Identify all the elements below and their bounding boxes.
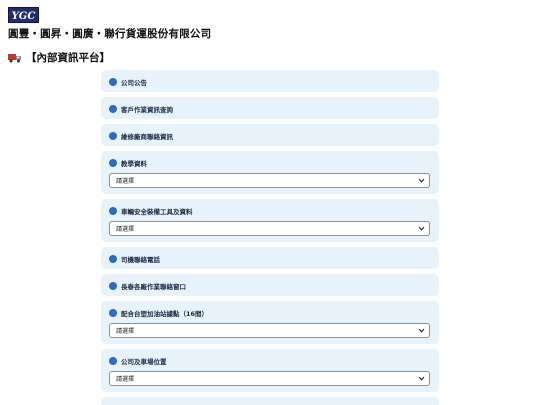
info-card[interactable]: 全台即時影像監視器 [101,397,439,405]
card-header[interactable]: 長春各廠作業聯絡窗口 [109,281,431,291]
chevron-down-icon [418,376,425,381]
card-header[interactable]: 配合台塑加油站據點（16間） [109,308,431,318]
info-card[interactable]: 司機聯絡電話 [101,247,439,269]
select-value: 請選擇 [116,328,135,335]
card-select[interactable]: 請選擇 [109,323,430,338]
card-header[interactable]: 司機聯絡電話 [109,254,431,264]
bullet-dot-icon [109,356,117,365]
card-title: 客戶作業資訊查詢 [121,105,173,114]
select-value: 請選擇 [116,376,135,383]
card-title: 配合台塑加油站據點（16間） [121,309,209,318]
card-header[interactable]: 教學資料 [109,158,431,168]
bullet-dot-icon [109,254,117,263]
company-name: 圓豐・圓昇・圓廣・聯行貨運股份有限公司 [8,28,212,40]
card-select[interactable]: 請選擇 [109,371,430,386]
card-header[interactable]: 公司及車場位置 [109,356,431,366]
card-title: 公司及車場位置 [121,357,167,366]
card-header[interactable]: 公司公告 [109,77,431,87]
info-card: 車輛安全裝備工具及資料請選擇 [101,199,439,242]
info-card[interactable]: 公司公告 [101,70,439,92]
chevron-down-icon [418,178,425,183]
bullet-dot-icon [109,158,117,167]
bullet-dot-icon [109,206,117,215]
select-value: 請選擇 [116,178,135,185]
card-select[interactable]: 請選擇 [109,221,430,236]
bullet-dot-icon [109,104,117,113]
card-title: 車輛安全裝備工具及資料 [121,207,193,216]
card-title: 公司公告 [121,78,147,87]
bullet-dot-icon [109,131,117,140]
platform-title: 【內部資訊平台】 [26,52,110,64]
select-value: 請選擇 [116,226,135,233]
info-card[interactable]: 客戶作業資訊查詢 [101,97,439,119]
info-card: 配合台塑加油站據點（16間） 請選擇 [101,301,439,344]
logo-text: YGC [12,11,36,21]
card-header[interactable]: 客戶作業資訊查詢 [109,104,431,114]
card-title: 維修廠商聯絡資訊 [121,132,173,141]
card-title: 司機聯絡電話 [121,255,160,264]
bullet-dot-icon [109,308,117,317]
bullet-dot-icon [109,281,117,290]
info-card: 公司及車場位置請選擇 [101,349,439,392]
chevron-down-icon [418,328,425,333]
card-header[interactable]: 車輛安全裝備工具及資料 [109,206,431,216]
card-header[interactable]: 維修廠商聯絡資訊 [109,131,431,141]
platform-heading: 【內部資訊平台】 [8,50,110,65]
card-title: 教學資料 [121,159,147,168]
logo-mark-icon: YGC [12,11,36,21]
info-card: 教學資料請選擇 [101,151,439,194]
card-select[interactable]: 請選擇 [109,173,430,188]
truck-icon [8,53,22,63]
info-card[interactable]: 維修廠商聯絡資訊 [101,124,439,146]
info-card-list: 公司公告 客戶作業資訊查詢 維修廠商聯絡資訊 教學資料 請選擇 車輛安全裝備工具及資料 請選… [101,70,439,405]
card-title: 長春各廠作業聯絡窗口 [121,282,186,291]
company-logo: YGC [8,7,39,23]
chevron-down-icon [418,226,425,231]
info-card[interactable]: 長春各廠作業聯絡窗口 [101,274,439,296]
bullet-dot-icon [109,77,117,86]
